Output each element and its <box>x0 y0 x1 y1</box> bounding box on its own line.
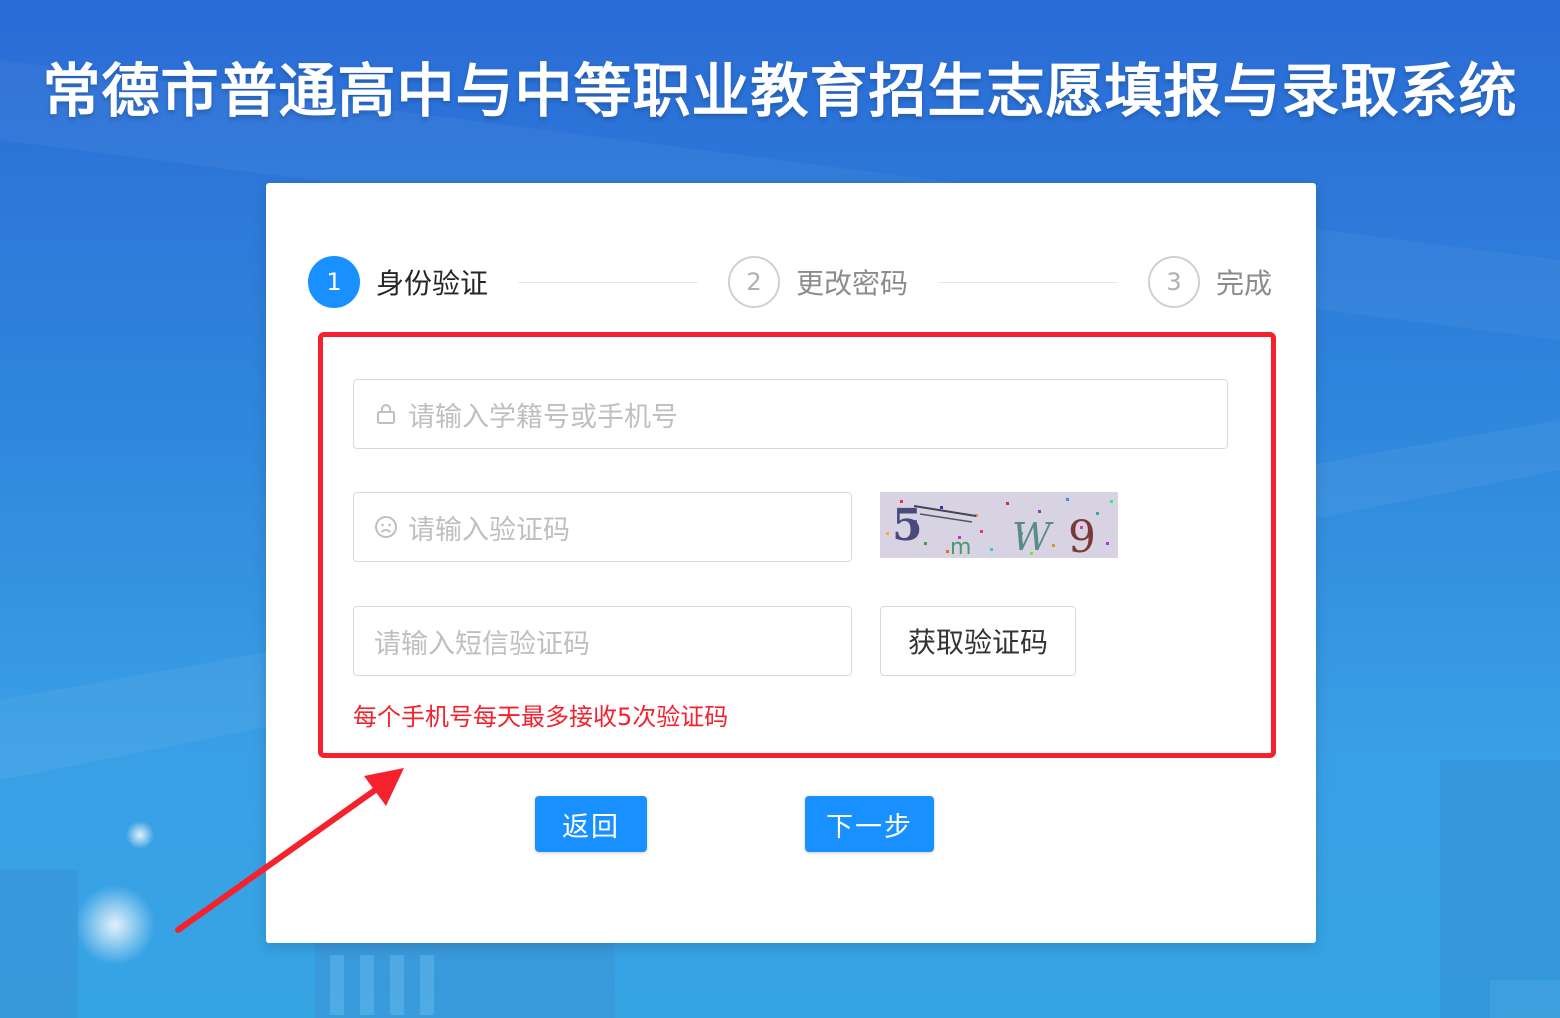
step-label: 更改密码 <box>796 267 909 300</box>
sms-code-input[interactable]: 请输入短信验证码 <box>353 606 852 676</box>
step-label: 完成 <box>1216 267 1273 300</box>
step-change-password: 2 更改密码 <box>728 254 908 310</box>
step-number-badge: 1 <box>308 256 360 308</box>
svg-text:9: 9 <box>1068 512 1096 558</box>
reset-password-card: 1 身份验证 2 更改密码 3 完成 请输入学籍号或手机号 请输入验证码 5 m… <box>266 183 1316 943</box>
get-sms-code-button[interactable]: 获取验证码 <box>880 606 1076 676</box>
svg-text:5: 5 <box>892 500 923 551</box>
account-input[interactable]: 请输入学籍号或手机号 <box>353 379 1228 449</box>
captcha-input[interactable]: 请输入验证码 <box>353 492 852 562</box>
step-connector <box>938 282 1118 283</box>
captcha-input-placeholder: 请输入验证码 <box>408 514 570 546</box>
svg-text:W: W <box>1012 515 1054 558</box>
lock-icon <box>374 402 398 426</box>
account-input-placeholder: 请输入学籍号或手机号 <box>408 401 678 433</box>
captcha-graphic: 5 m W 9 <box>880 492 1118 558</box>
site-title: 常德市普通高中与中等职业教育招生志愿填报与录取系统 <box>42 57 1518 125</box>
next-step-button[interactable]: 下一步 <box>805 796 934 852</box>
step-label: 身份验证 <box>376 267 489 300</box>
step-number-badge: 2 <box>728 256 780 308</box>
captcha-image[interactable]: 5 m W 9 <box>880 492 1118 558</box>
step-complete: 3 完成 <box>1148 254 1272 310</box>
step-number-badge: 3 <box>1148 256 1200 308</box>
svg-text:m: m <box>950 535 971 558</box>
step-identity-verification: 1 身份验证 <box>308 254 488 310</box>
step-connector <box>518 282 698 283</box>
frown-icon <box>374 515 398 539</box>
sms-code-input-placeholder: 请输入短信验证码 <box>374 628 590 660</box>
sms-limit-notice: 每个手机号每天最多接收5次验证码 <box>353 703 729 731</box>
progress-steps: 1 身份验证 2 更改密码 3 完成 <box>308 254 1276 310</box>
back-button[interactable]: 返回 <box>535 796 647 852</box>
